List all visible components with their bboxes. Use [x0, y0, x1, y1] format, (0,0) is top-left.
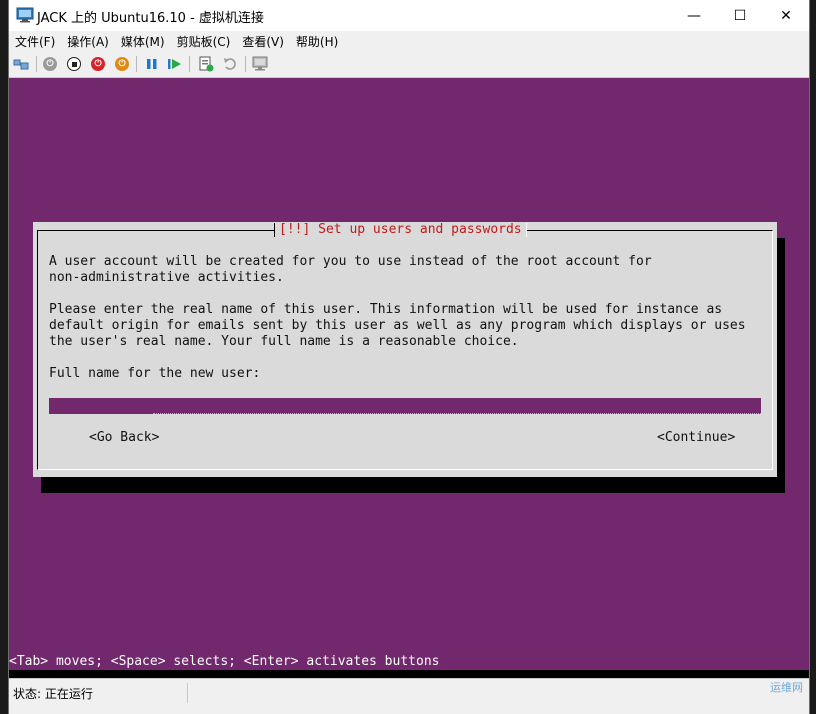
toolbar: ⏻ ⏻ ⏻	[9, 51, 809, 78]
menu-media[interactable]: 媒体(M)	[115, 33, 171, 50]
power-icon[interactable]: ⏻	[113, 55, 131, 73]
vm-connection-window: JACK 上的 Ubuntu16.10 - 虚拟机连接 — ☐ ✕ 文件(F) …	[8, 0, 810, 714]
start-icon[interactable]: ⏻	[41, 55, 59, 73]
dialog-text-line: A user account will be created for you t…	[49, 254, 652, 269]
input-fill-area	[153, 398, 761, 414]
ctrl-alt-del-icon[interactable]	[12, 55, 30, 73]
vm-connection-icon	[16, 7, 34, 23]
dialog-text-line: default origin for emails sent by this u…	[49, 318, 746, 333]
dialog-text-line: non-administrative activities.	[49, 270, 284, 285]
minimize-button[interactable]: —	[671, 0, 717, 31]
window-title: JACK 上的 Ubuntu16.10 - 虚拟机连接	[37, 11, 264, 26]
status-divider	[187, 683, 188, 703]
minimize-icon: —	[687, 7, 701, 24]
maximize-icon: ☐	[733, 7, 747, 24]
console-bottom-edge	[9, 670, 809, 678]
close-icon: ✕	[780, 7, 792, 24]
vm-console-screen[interactable]: [!!] Set up users and passwords A user a…	[9, 78, 809, 678]
toolbar-separator	[136, 56, 137, 72]
turn-off-icon[interactable]	[65, 55, 83, 73]
pause-icon[interactable]	[143, 55, 161, 73]
installer-dialog: [!!] Set up users and passwords A user a…	[33, 222, 777, 477]
shutdown-icon[interactable]: ⏻	[89, 55, 107, 73]
full-name-input[interactable]: wangjieguang	[49, 398, 761, 414]
menu-help[interactable]: 帮助(H)	[290, 33, 344, 50]
dialog-text-line: the user's real name. Your full name is …	[49, 334, 519, 349]
keyboard-hint: <Tab> moves; <Space> selects; <Enter> ac…	[9, 654, 809, 670]
resume-icon[interactable]	[166, 55, 184, 73]
enhanced-session-icon[interactable]	[252, 55, 270, 73]
status-text: 状态: 正在运行	[13, 687, 93, 701]
menu-action[interactable]: 操作(A)	[61, 33, 115, 50]
toolbar-separator	[36, 56, 37, 72]
watermark-logo: 运维网	[770, 681, 803, 694]
menu-view[interactable]: 查看(V)	[236, 33, 290, 50]
full-name-prompt: Full name for the new user:	[49, 366, 261, 381]
continue-button[interactable]: <Continue>	[657, 430, 735, 446]
menu-clipboard[interactable]: 剪贴板(C)	[171, 33, 237, 50]
menu-file[interactable]: 文件(F)	[9, 33, 61, 50]
toolbar-separator	[245, 56, 246, 72]
dialog-text-line: Please enter the real name of this user.…	[49, 302, 723, 317]
close-button[interactable]: ✕	[763, 0, 809, 31]
checkpoint-icon[interactable]	[197, 55, 215, 73]
revert-icon[interactable]	[221, 55, 239, 73]
status-bar: 状态: 正在运行 运维网	[9, 678, 809, 707]
title-bar[interactable]: JACK 上的 Ubuntu16.10 - 虚拟机连接 — ☐ ✕	[9, 0, 809, 31]
dialog-title: [!!] Set up users and passwords	[274, 222, 527, 238]
go-back-button[interactable]: <Go Back>	[89, 430, 159, 446]
maximize-button[interactable]: ☐	[717, 0, 763, 31]
menu-bar: 文件(F) 操作(A) 媒体(M) 剪贴板(C) 查看(V) 帮助(H)	[9, 31, 809, 51]
toolbar-separator	[189, 56, 190, 72]
